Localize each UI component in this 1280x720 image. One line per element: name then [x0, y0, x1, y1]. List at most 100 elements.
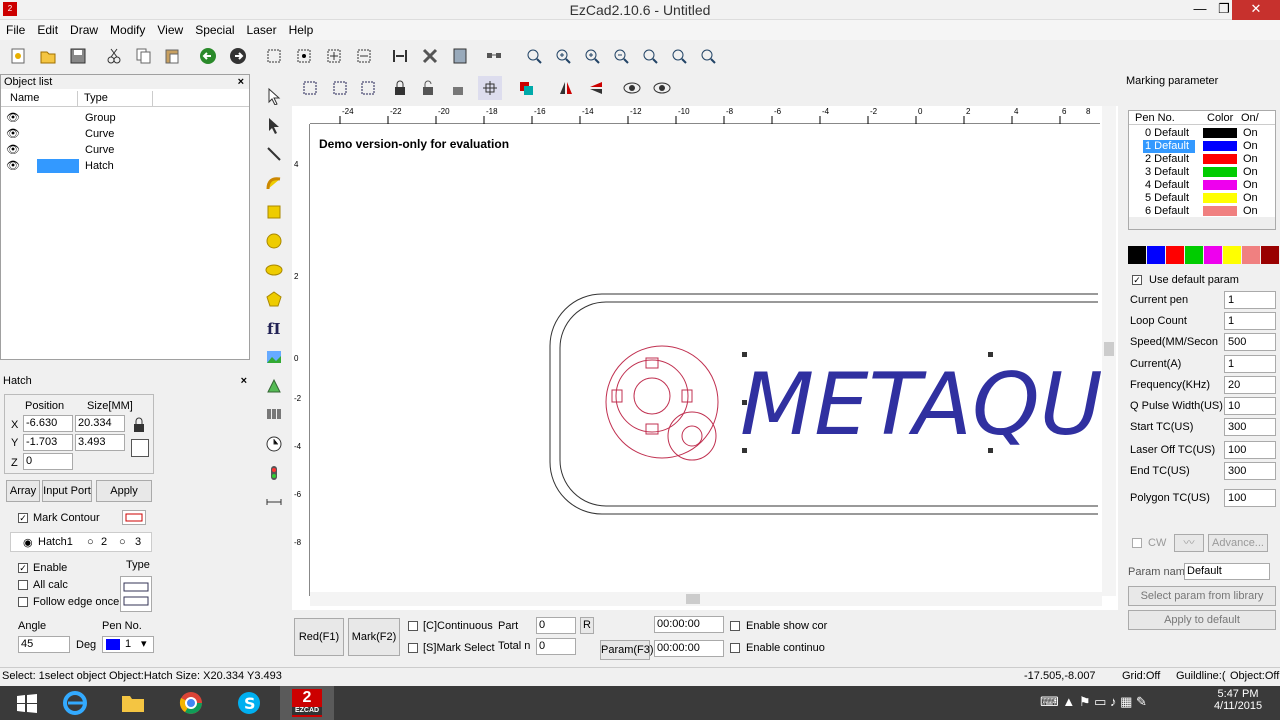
pen-row[interactable]: 5 Default On: [1131, 192, 1271, 205]
menu-view[interactable]: View: [151, 20, 189, 40]
pen-row[interactable]: 4 Default On: [1131, 179, 1271, 192]
param-value[interactable]: 20: [1224, 376, 1276, 394]
use-default-checkbox[interactable]: ✓: [1132, 275, 1142, 285]
pen-row-selected[interactable]: 1 Default On: [1131, 140, 1271, 153]
input-port-button[interactable]: Input Port: [42, 480, 92, 502]
paste-icon[interactable]: [160, 44, 184, 68]
palette-swatch[interactable]: [1166, 246, 1184, 264]
eye-icon[interactable]: 👁: [6, 142, 20, 158]
total-field[interactable]: 0: [536, 638, 576, 655]
tools-icon[interactable]: [418, 44, 442, 68]
object-row-selected[interactable]: 👁 Hatch: [1, 158, 246, 174]
copy-icon[interactable]: [131, 44, 155, 68]
cw-checkbox[interactable]: [1132, 538, 1142, 548]
zoom-out-icon[interactable]: [609, 44, 633, 68]
palette-swatch[interactable]: [1223, 246, 1241, 264]
chrome-icon[interactable]: [164, 686, 218, 720]
circle-tool-icon[interactable]: [262, 229, 286, 253]
contour-pen-icon[interactable]: [122, 510, 146, 525]
palette-swatch[interactable]: [1204, 246, 1222, 264]
lock-ratio-icon[interactable]: [131, 417, 147, 433]
hatch-type-icon[interactable]: [120, 576, 152, 612]
width-field[interactable]: 20.334: [75, 415, 125, 432]
menu-help[interactable]: Help: [283, 20, 320, 40]
select-library-button[interactable]: Select param from library: [1128, 586, 1276, 606]
guideline-status[interactable]: Guildline:(: [1176, 670, 1226, 682]
object-row[interactable]: 👁 Curve: [1, 142, 246, 158]
y-field[interactable]: -1.703: [23, 434, 73, 451]
all-calc-checkbox[interactable]: [18, 580, 28, 590]
group-icon[interactable]: [298, 76, 322, 100]
apply-default-button[interactable]: Apply to default: [1128, 610, 1276, 630]
palette-swatch[interactable]: [1147, 246, 1165, 264]
timer-tool-icon[interactable]: [262, 432, 286, 456]
menu-edit[interactable]: Edit: [31, 20, 64, 40]
grid-status[interactable]: Grid:Off: [1122, 670, 1160, 682]
zoom-icon[interactable]: [522, 44, 546, 68]
align-icon[interactable]: [388, 44, 412, 68]
center-icon[interactable]: [478, 76, 502, 100]
hatch2-radio[interactable]: ○: [87, 536, 94, 548]
palette-swatch[interactable]: [1261, 246, 1279, 264]
param-name-field[interactable]: Default: [1184, 563, 1270, 580]
preview-eye-2-icon[interactable]: [650, 76, 674, 100]
param-button[interactable]: Param(F3): [600, 640, 654, 660]
skype-icon[interactable]: S: [222, 686, 276, 720]
param-value[interactable]: 300: [1224, 418, 1276, 436]
height-field[interactable]: 3.493: [75, 434, 125, 451]
continuous-checkbox[interactable]: [408, 621, 418, 631]
calculator-icon[interactable]: [448, 44, 472, 68]
param-value[interactable]: 1: [1224, 355, 1276, 373]
param-value[interactable]: 300: [1224, 462, 1276, 480]
col-name[interactable]: Name: [5, 91, 78, 106]
ezcad-taskbar-item[interactable]: 2 EZCAD: [280, 686, 334, 720]
node-edit-icon[interactable]: [262, 44, 286, 68]
hatch1-radio[interactable]: ◉: [23, 536, 33, 549]
lock-icon[interactable]: [388, 76, 412, 100]
col-on[interactable]: On/: [1241, 112, 1259, 124]
select-arrow-icon[interactable]: [262, 84, 286, 108]
enable-continuous-checkbox[interactable]: [730, 643, 740, 653]
curve-tool-icon[interactable]: [262, 171, 286, 195]
part-field[interactable]: 0: [536, 617, 576, 634]
unlock-all-icon[interactable]: [446, 76, 470, 100]
hatch3-radio[interactable]: ○: [119, 536, 126, 548]
text-tool-icon[interactable]: fI: [262, 316, 286, 340]
polygon-tool-icon[interactable]: [262, 287, 286, 311]
eye-icon[interactable]: 👁: [6, 126, 20, 142]
pen-row[interactable]: 3 Default On: [1131, 166, 1271, 179]
pen-row[interactable]: 2 Default On: [1131, 153, 1271, 166]
eye-icon[interactable]: 👁: [6, 158, 20, 174]
preview-eye-icon[interactable]: [620, 76, 644, 100]
z-field[interactable]: 0: [23, 453, 73, 470]
internet-explorer-icon[interactable]: [48, 686, 102, 720]
ellipse-tool-icon[interactable]: [262, 258, 286, 282]
menu-laser[interactable]: Laser: [241, 20, 283, 40]
enable-checkbox[interactable]: ✓: [18, 563, 28, 573]
horizontal-scrollbar[interactable]: [310, 592, 1102, 606]
col-type[interactable]: Type: [79, 91, 153, 106]
canvas-area[interactable]: -24 -22 -20 -18 -16 -14 -12 -10 -8 -6 -4…: [292, 106, 1118, 610]
zoom-page-icon[interactable]: [667, 44, 691, 68]
vector-file-icon[interactable]: [262, 374, 286, 398]
menu-draw[interactable]: Draw: [64, 20, 104, 40]
back-icon[interactable]: [196, 44, 220, 68]
pen-row[interactable]: 0 Default On: [1131, 127, 1271, 140]
param-value[interactable]: 500: [1224, 333, 1276, 351]
node-select-icon[interactable]: [292, 44, 316, 68]
save-icon[interactable]: [66, 44, 90, 68]
unlock-icon[interactable]: [416, 76, 440, 100]
color-pen-icon[interactable]: [514, 76, 538, 100]
param-value[interactable]: 100: [1224, 489, 1276, 507]
enable-show-checkbox[interactable]: [730, 621, 740, 631]
param-value[interactable]: 1: [1224, 291, 1276, 309]
zoom-select-icon[interactable]: [696, 44, 720, 68]
hatch-close-icon[interactable]: ×: [241, 374, 247, 388]
open-folder-icon[interactable]: [36, 44, 60, 68]
scroll-thumb[interactable]: [686, 594, 700, 604]
vertical-scrollbar[interactable]: [1102, 106, 1116, 596]
col-pen[interactable]: Pen No.: [1135, 112, 1175, 124]
object-row[interactable]: 👁 Curve: [1, 126, 246, 142]
close-button[interactable]: ✕: [1232, 0, 1280, 20]
menu-file[interactable]: File: [0, 20, 31, 40]
